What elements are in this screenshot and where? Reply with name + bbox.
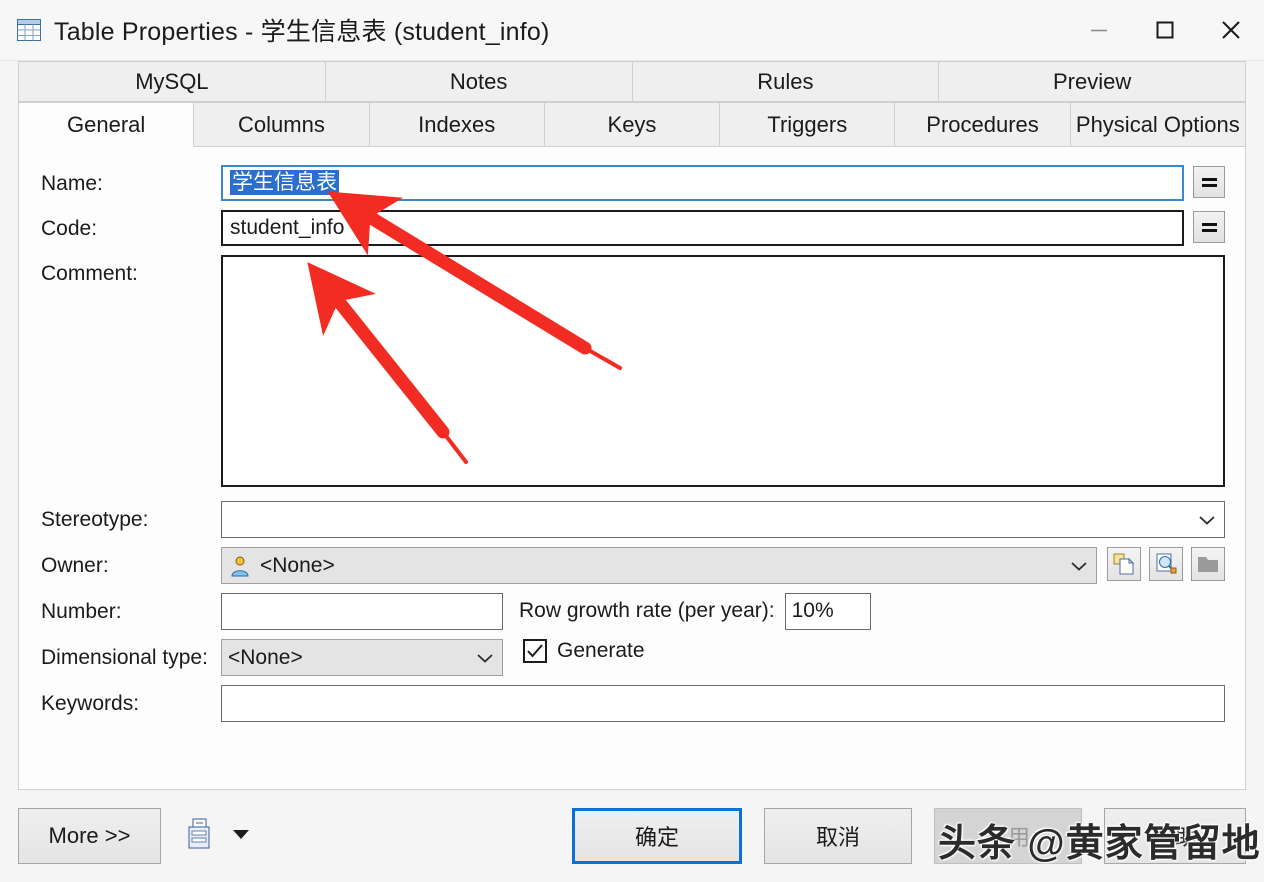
code-equals-button[interactable] bbox=[1193, 211, 1225, 243]
tab-label: MySQL bbox=[135, 68, 209, 94]
title-bar: Table Properties - 学生信息表 (student_info) bbox=[0, 0, 1264, 61]
close-button[interactable] bbox=[1198, 1, 1264, 59]
table-icon bbox=[16, 18, 42, 42]
tab-label: Columns bbox=[238, 111, 325, 137]
number-row: Number: Row growth rate (per year): 10% bbox=[41, 593, 1225, 630]
stereotype-label: Stereotype: bbox=[41, 508, 149, 531]
comment-label: Comment: bbox=[41, 262, 138, 285]
cancel-button[interactable]: 取消 bbox=[764, 808, 912, 864]
tab-label: Triggers bbox=[767, 111, 848, 137]
tab-label: Physical Options bbox=[1075, 111, 1240, 137]
tab-label: Indexes bbox=[418, 111, 496, 137]
tab-row-upper: MySQL Notes Rules Preview bbox=[18, 61, 1246, 102]
tab-notes[interactable]: Notes bbox=[325, 61, 633, 102]
general-tab-panel: Name: 学生信息表 Code: student_info Comment: … bbox=[18, 147, 1246, 790]
name-label: Name: bbox=[41, 172, 103, 195]
tab-label: Keys bbox=[607, 111, 657, 137]
name-input[interactable]: 学生信息表 bbox=[221, 165, 1184, 201]
comment-row: Comment: bbox=[41, 255, 1225, 487]
tab-preview[interactable]: Preview bbox=[939, 61, 1246, 102]
name-row: Name: 学生信息表 bbox=[41, 165, 1225, 201]
tab-triggers[interactable]: Triggers bbox=[720, 102, 896, 147]
owner-action-buttons bbox=[1107, 547, 1225, 581]
dimensional-type-value: <None> bbox=[228, 645, 303, 669]
owner-value: <None> bbox=[260, 553, 335, 577]
number-label: Number: bbox=[41, 600, 122, 623]
watermark: 头条 @黄家管留地 bbox=[938, 823, 1261, 865]
more-button[interactable]: More >> bbox=[18, 808, 161, 864]
tab-rules[interactable]: Rules bbox=[632, 61, 940, 102]
stereotype-row: Stereotype: bbox=[41, 501, 1225, 538]
keywords-row: Keywords: bbox=[41, 685, 1225, 722]
window-title: Table Properties - 学生信息表 (student_info) bbox=[54, 18, 550, 46]
chevron-down-icon bbox=[474, 652, 496, 664]
generate-checkbox[interactable] bbox=[523, 639, 547, 663]
tab-label: Preview bbox=[1053, 68, 1132, 94]
table-properties-dialog: Table Properties - 学生信息表 (student_info) … bbox=[0, 0, 1264, 882]
user-icon bbox=[228, 554, 252, 578]
keywords-input[interactable] bbox=[221, 685, 1225, 722]
properties-icon-button[interactable] bbox=[1149, 547, 1183, 581]
equals-icon bbox=[1201, 177, 1217, 187]
tab-strip: MySQL Notes Rules Preview General Column… bbox=[0, 61, 1264, 147]
print-preview-icon[interactable] bbox=[187, 818, 217, 855]
owner-row: Owner: <None> bbox=[41, 547, 1225, 584]
tab-general[interactable]: General bbox=[18, 102, 195, 147]
comment-textarea[interactable] bbox=[221, 255, 1225, 487]
stereotype-combobox[interactable] bbox=[221, 501, 1225, 538]
dimensional-type-row: Dimensional type: <None> Generate bbox=[41, 639, 1225, 676]
folder-icon-button bbox=[1191, 547, 1225, 581]
dimensional-type-combobox[interactable]: <None> bbox=[221, 639, 503, 676]
tab-physical-options[interactable]: Physical Options bbox=[1070, 102, 1246, 147]
tab-label: Rules bbox=[757, 68, 814, 94]
code-input[interactable]: student_info bbox=[221, 210, 1184, 246]
chevron-down-icon bbox=[1068, 560, 1090, 572]
equals-icon bbox=[1201, 222, 1217, 232]
tab-row-lower: General Columns Indexes Keys Triggers Pr… bbox=[18, 102, 1246, 147]
row-growth-input[interactable]: 10% bbox=[784, 593, 871, 630]
maximize-button[interactable] bbox=[1132, 1, 1198, 59]
minimize-button[interactable] bbox=[1066, 1, 1132, 59]
print-controls bbox=[187, 818, 251, 855]
tab-indexes[interactable]: Indexes bbox=[369, 102, 545, 147]
tab-label: Procedures bbox=[926, 111, 1039, 137]
general-form: Name: 学生信息表 Code: student_info Comment: … bbox=[19, 147, 1245, 789]
number-input[interactable] bbox=[221, 593, 503, 630]
tab-label: General bbox=[67, 111, 146, 137]
tab-procedures[interactable]: Procedures bbox=[895, 102, 1071, 147]
name-equals-button[interactable] bbox=[1193, 166, 1225, 198]
generate-label: Generate bbox=[557, 639, 645, 662]
owner-label: Owner: bbox=[41, 554, 109, 577]
name-input-value: 学生信息表 bbox=[230, 170, 339, 195]
print-dropdown-arrow[interactable] bbox=[231, 827, 251, 845]
keywords-label: Keywords: bbox=[41, 692, 140, 715]
code-label: Code: bbox=[41, 217, 98, 240]
code-row: Code: student_info bbox=[41, 210, 1225, 246]
tab-columns[interactable]: Columns bbox=[194, 102, 370, 147]
chevron-down-icon bbox=[1196, 514, 1218, 526]
new-object-icon-button[interactable] bbox=[1107, 547, 1141, 581]
tab-keys[interactable]: Keys bbox=[544, 102, 721, 147]
owner-combobox[interactable]: <None> bbox=[221, 547, 1097, 584]
ok-button[interactable]: 确定 bbox=[572, 808, 742, 864]
generate-checkbox-wrap[interactable]: Generate bbox=[523, 639, 645, 663]
row-growth-label: Row growth rate (per year): bbox=[519, 599, 775, 622]
tab-mysql[interactable]: MySQL bbox=[18, 61, 326, 102]
dimensional-type-label: Dimensional type: bbox=[41, 646, 208, 669]
tab-label: Notes bbox=[449, 68, 508, 94]
